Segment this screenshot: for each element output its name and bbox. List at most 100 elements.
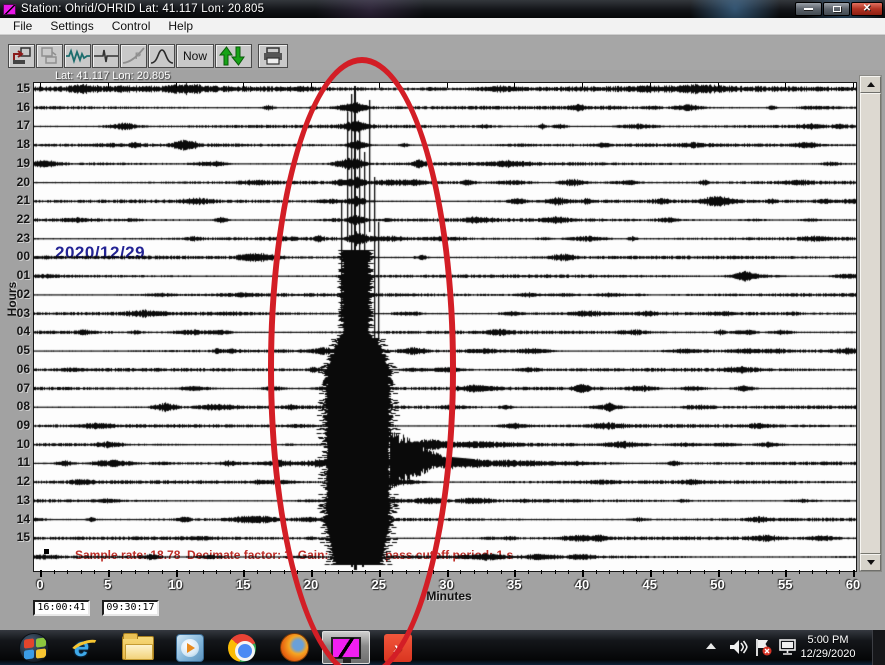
hour-label-04-13: 04 [6,324,30,338]
hour-label-13-22: 13 [6,493,30,507]
hour-label-01-10: 01 [6,268,30,282]
waveform-view-button[interactable] [64,44,91,68]
minute-label-60: 60 [840,577,866,592]
minutes-axis-label: Minutes [418,589,480,603]
menu-bar: FileSettingsControlHelp [0,18,885,35]
internet-explorer-icon: e [70,633,102,663]
hour-label-20-5: 20 [6,175,30,189]
scrollbar-thumb[interactable] [860,93,881,554]
phase-pick-button[interactable]: P [120,44,147,68]
minimize-button[interactable] [795,2,822,16]
minute-label-15: 15 [230,577,256,592]
action-center-flag-icon[interactable] [753,638,773,657]
taskbar-red-arrows-app[interactable]: » [374,631,422,664]
toolbar: P Now [0,36,885,70]
green-up-down-arrows-icon [219,46,249,66]
hour-label-18-3: 18 [6,137,30,151]
menu-item-help[interactable]: Help [159,18,202,34]
app-window-icon [3,4,16,15]
menu-item-control[interactable]: Control [103,18,160,34]
vertical-scrollbar[interactable] [859,75,882,572]
hidden-icons-chevron[interactable] [706,643,716,649]
minute-tick-top [853,83,854,88]
hour-label-03-12: 03 [6,306,30,320]
hour-label-23-8: 23 [6,231,30,245]
chrome-icon [228,634,256,662]
minute-label-0: 0 [27,577,53,592]
hour-label-22-7: 22 [6,212,30,226]
start-orb-icon [19,633,49,663]
hour-label-19-4: 19 [6,156,30,170]
minute-tick-top [447,83,448,88]
taskbar-clock[interactable]: 5:00 PM 12/29/2020 [792,633,864,661]
menu-item-settings[interactable]: Settings [41,18,102,34]
minute-tick-top [785,83,786,88]
taskbar-media-player[interactable] [166,631,214,664]
hour-label-12-21: 12 [6,474,30,488]
waveform-icon [66,48,90,64]
hour-label-15-0: 15 [6,81,30,95]
clock-time: 5:00 PM [792,633,864,647]
hour-label-10-19: 10 [6,437,30,451]
hour-label-00-9: 00 [6,249,30,263]
minute-label-55: 55 [772,577,798,592]
show-desktop-button[interactable] [872,630,885,665]
open-file-button[interactable] [8,44,35,68]
minute-tick-top [176,83,177,88]
print-button[interactable] [258,44,288,68]
save-button[interactable] [36,44,63,68]
minute-label-45: 45 [637,577,663,592]
minute-label-10: 10 [163,577,189,592]
taskbar-seismograph-app[interactable] [322,631,370,664]
hour-label-15-24: 15 [6,530,30,544]
taskbar-file-explorer[interactable] [114,631,162,664]
hour-label-21-6: 21 [6,193,30,207]
minute-label-50: 50 [705,577,731,592]
elapsed-time-field[interactable]: 09:30:17 [102,600,159,616]
minute-label-5: 5 [95,577,121,592]
hour-label-08-17: 08 [6,399,30,413]
gaussian-filter-button[interactable] [148,44,175,68]
file-explorer-icon [122,636,154,660]
restore-button[interactable] [823,2,850,16]
minute-tick-top [108,83,109,88]
hour-label-09-18: 09 [6,418,30,432]
start-button[interactable] [10,631,58,664]
now-button[interactable]: Now [176,44,214,68]
hour-label-11-20: 11 [6,455,30,469]
window-titlebar: Station: Ohrid/OHRID Lat: 41.117 Lon: 20… [0,0,885,18]
windows-taskbar: e » [0,630,885,665]
scroll-hours-button[interactable] [215,44,252,68]
hour-label-17-2: 17 [6,118,30,132]
minute-tick-top [514,83,515,88]
scroll-down-button[interactable] [860,554,881,571]
svg-text:P: P [135,51,141,61]
taskbar-chrome[interactable] [218,631,266,664]
minute-tick-top [243,83,244,88]
clock-date: 12/29/2020 [792,647,864,661]
menu-item-file[interactable]: File [4,18,41,34]
ramp-p-icon: P [122,47,146,65]
minute-tick-top [379,83,380,88]
red-arrows-app-icon: » [384,634,412,662]
close-button[interactable]: ✕ [851,2,883,16]
seismogram-traces[interactable] [33,82,857,572]
down-arrow-icon [867,560,875,565]
hour-label-14-23: 14 [6,512,30,526]
minute-label-40: 40 [569,577,595,592]
scroll-up-button[interactable] [860,76,881,93]
hour-label-05-14: 05 [6,343,30,357]
taskbar-firefox[interactable] [270,631,318,664]
hour-label-06-15: 06 [6,362,30,376]
hour-label-07-16: 07 [6,381,30,395]
minute-tick-top [40,83,41,88]
hour-label-02-11: 02 [6,287,30,301]
volume-icon[interactable] [728,638,748,656]
start-time-field[interactable]: 16:00:41 [33,600,90,616]
minute-label-25: 25 [366,577,392,592]
taskbar-internet-explorer[interactable]: e [62,631,110,664]
desktop: Station: Ohrid/OHRID Lat: 41.117 Lon: 20… [0,0,885,665]
impulse-filter-button[interactable] [92,44,119,68]
save-icon [40,47,60,65]
minute-tick-top [650,83,651,88]
